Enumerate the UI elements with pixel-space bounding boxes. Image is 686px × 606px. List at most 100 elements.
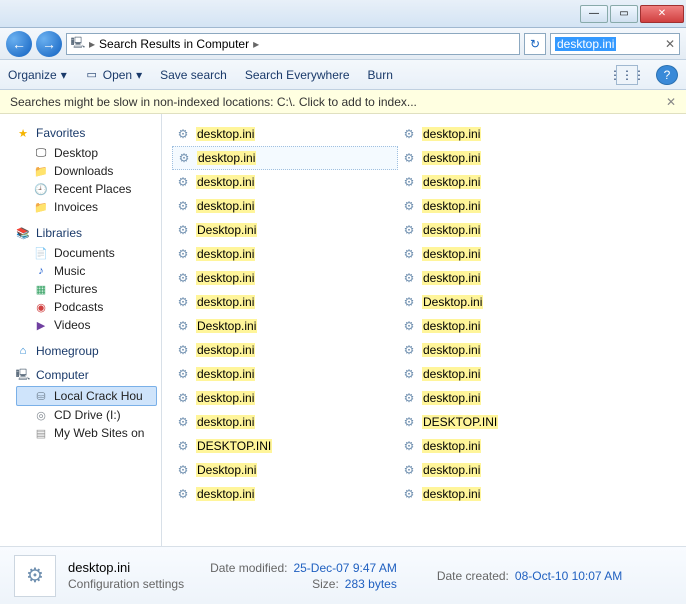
list-item[interactable]: ⚙Desktop.ini [172,314,398,338]
sidebar-item-desktop[interactable]: 🖵Desktop [16,144,157,162]
refresh-button[interactable]: ↻ [524,33,546,55]
chevron-right-icon[interactable]: ▸ [253,37,259,51]
search-info-bar[interactable]: Searches might be slow in non-indexed lo… [0,90,686,114]
file-name-label: desktop.ini [197,151,256,165]
file-name-label: desktop.ini [196,343,255,357]
sidebar-item-podcasts[interactable]: ◉Podcasts [16,298,157,316]
list-item[interactable]: ⚙desktop.ini [172,122,398,146]
list-item[interactable]: ⚙desktop.ini [398,218,624,242]
open-button[interactable]: ▭Open▾ [85,68,142,82]
list-item[interactable]: ⚙ desktop.ini [172,386,398,410]
sidebar-item-cd-drive[interactable]: ◎CD Drive (I:) [16,406,157,424]
file-name-label: desktop.ini [422,199,481,213]
maximize-button[interactable]: ▭ [610,5,638,23]
libraries-header[interactable]: 📚Libraries [16,226,157,240]
list-item[interactable]: ⚙desktop.ini [172,242,398,266]
search-value[interactable]: desktop.ini [555,37,616,51]
computer-header[interactable]: 🖳Computer [16,368,157,382]
documents-icon: 📄 [34,246,48,260]
save-search-button[interactable]: Save search [160,68,227,82]
homegroup-header[interactable]: ⌂Homegroup [16,344,157,358]
list-item[interactable]: ⚙desktop.ini [172,266,398,290]
minimize-button[interactable]: — [580,5,608,23]
ini-file-icon: ⚙ [176,295,190,309]
list-item[interactable]: ⚙desktop.ini [172,482,398,506]
clear-search-icon[interactable]: ✕ [665,37,675,51]
list-item[interactable]: ⚙desktop.ini [398,362,624,386]
list-item[interactable]: ⚙desktop.ini [398,314,624,338]
close-infobar-icon[interactable]: ✕ [666,95,676,109]
list-item[interactable]: ⚙desktop.ini [172,194,398,218]
sidebar-item-music[interactable]: ♪Music [16,262,157,280]
file-name-label: desktop.ini [196,199,255,213]
file-name-label: desktop.ini [196,175,255,189]
list-item[interactable]: ⚙desktop.ini [172,338,398,362]
list-item[interactable]: ⚙ desktop.ini [172,290,398,314]
list-item[interactable]: ⚙ desktop.ini [398,146,624,170]
search-input[interactable]: desktop.ini ✕ [550,33,680,55]
sidebar-item-downloads[interactable]: 📁Downloads [16,162,157,180]
ini-file-icon: ⚙ [402,151,416,165]
sidebar-item-invoices[interactable]: 📁Invoices [16,198,157,216]
search-everywhere-button[interactable]: Search Everywhere [245,68,350,82]
size-value: 283 bytes [345,577,397,591]
list-item[interactable]: ⚙desktop.ini [398,194,624,218]
list-item[interactable]: ⚙desktop.ini [398,458,624,482]
file-name-label: desktop.ini [422,343,481,357]
file-name-label: desktop.ini [196,391,255,405]
sidebar-item-videos[interactable]: ▶Videos [16,316,157,334]
sidebar-item-local-disk[interactable]: ⛁Local Crack Hou [16,386,157,406]
organize-button[interactable]: Organize▾ [8,68,67,82]
help-button[interactable]: ? [656,65,678,85]
pictures-icon: ▦ [34,282,48,296]
modified-label: Date modified: [210,561,287,575]
details-pane: ⚙ desktop.ini Configuration settings Dat… [0,546,686,604]
list-item[interactable]: ⚙desktop.ini [398,338,624,362]
list-item[interactable]: ⚙desktop.ini [172,170,398,194]
ini-file-icon: ⚙ [176,415,190,429]
nav-back-button[interactable]: ← [6,31,32,57]
file-name-label: desktop.ini [422,367,481,381]
burn-button[interactable]: Burn [368,68,393,82]
list-item[interactable]: ⚙desktop.ini [172,362,398,386]
sidebar-item-documents[interactable]: 📄Documents [16,244,157,262]
sidebar-item-web-sites[interactable]: ▤My Web Sites on [16,424,157,442]
folder-icon: 📁 [34,164,48,178]
window-titlebar: — ▭ ✕ [0,0,686,28]
list-item[interactable]: ⚙desktop.ini [398,242,624,266]
list-item[interactable]: ⚙desktop.ini [172,410,398,434]
ini-file-icon: ⚙ [176,439,190,453]
file-name-label: desktop.ini [422,439,481,453]
nav-forward-button[interactable]: → [36,31,62,57]
breadcrumb-label[interactable]: Search Results in Computer [99,37,249,51]
chevron-down-icon: ▾ [61,68,67,82]
file-name-label: desktop.ini [422,391,481,405]
list-item[interactable]: ⚙DESKTOP.INI [172,434,398,458]
list-item[interactable]: ⚙DESKTOP.INI [398,410,624,434]
list-item[interactable]: ⚙Desktop.ini [398,290,624,314]
list-item[interactable]: ⚙desktop.ini [398,386,624,410]
file-name-label: desktop.ini [196,295,255,309]
list-item[interactable]: ⚙desktop.ini [172,146,398,170]
close-button[interactable]: ✕ [640,5,684,23]
breadcrumb[interactable]: 🖳 ▸ Search Results in Computer ▸ [66,33,520,55]
view-options-button[interactable]: ⋮⋮⋮ [616,65,638,85]
list-item[interactable]: ⚙desktop.ini [398,122,624,146]
favorites-header[interactable]: ★Favorites [16,126,157,140]
ini-file-icon: ⚙ [176,223,190,237]
file-name-label: desktop.ini [422,151,481,165]
navigation-pane: ★Favorites 🖵Desktop 📁Downloads 🕘Recent P… [0,114,162,546]
sidebar-item-pictures[interactable]: ▦Pictures [16,280,157,298]
list-item[interactable]: ⚙Desktop.ini [172,458,398,482]
list-item[interactable]: ⚙desktop.ini [398,170,624,194]
results-column-2: ⚙desktop.ini⚙desktop.ini⚙desktop.ini⚙des… [398,122,624,546]
chevron-right-icon[interactable]: ▸ [89,37,95,51]
list-item[interactable]: ⚙Desktop.ini [172,218,398,242]
file-name-label: desktop.ini [422,175,481,189]
ini-file-icon: ⚙ [176,391,190,405]
sidebar-item-recent[interactable]: 🕘Recent Places [16,180,157,198]
list-item[interactable]: ⚙desktop.ini [398,434,624,458]
file-name-label: desktop.ini [422,247,481,261]
list-item[interactable]: ⚙desktop.ini [398,482,624,506]
list-item[interactable]: ⚙desktop.ini [398,266,624,290]
